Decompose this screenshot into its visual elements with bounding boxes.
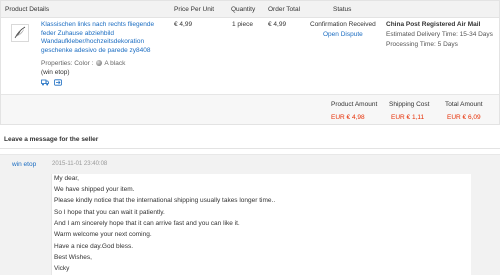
product-title-link[interactable]: Klassischen links nach rechts fliegende … (41, 21, 159, 55)
product-icons (41, 79, 65, 87)
order-status: Confirmation Received (310, 21, 376, 28)
header-product-details: Product Details (5, 6, 50, 13)
message-line: So I hope that you can wait it patiently… (54, 209, 165, 216)
message-line: Please kindly notice that the internatio… (54, 197, 276, 204)
message-line: Best Wishes, (54, 254, 92, 261)
shipping-cost-value: EUR € 1,11 (391, 114, 425, 121)
product-title-line: geschenke adesivo de parede zy8408 (41, 46, 151, 54)
seller-name: (win etop) (41, 69, 70, 76)
header-quantity: Quantity (231, 6, 256, 13)
shipping-method: China Post Registered Air Mail (386, 21, 481, 28)
quantity-value: 1 piece (232, 21, 253, 28)
delivery-time: Estimated Delivery Time: 15-34 Days (386, 31, 493, 38)
header-price-per-unit: Price Per Unit (174, 6, 215, 13)
order-table: Product Details Price Per Unit Quantity … (0, 0, 500, 125)
message-line: Have a nice day.God bless. (54, 243, 134, 250)
properties-label: Properties: Color : (41, 60, 94, 67)
message-thread: win etop 2015-11-01 23:40:08 My dear, We… (0, 154, 500, 275)
header-status: Status (333, 6, 352, 13)
product-amount-label: Product Amount (331, 101, 378, 108)
message-line: My dear, (54, 175, 79, 182)
table-header: Product Details Price Per Unit Quantity … (1, 1, 499, 18)
processing-time: Processing Time: 5 Days (386, 41, 458, 48)
message-line: Vicky (54, 265, 70, 272)
message-timestamp: 2015-11-01 23:40:08 (52, 161, 108, 167)
message-line: Warm welcome your next coming. (54, 231, 152, 238)
price-per-unit: € 4,99 (174, 21, 193, 28)
product-properties: Properties: Color : A black (41, 60, 125, 67)
truck-icon[interactable] (41, 79, 49, 86)
message-author[interactable]: win etop (12, 161, 36, 168)
header-order-total: Order Total (268, 6, 301, 13)
message-line: We have shipped your item. (54, 186, 135, 193)
return-icon[interactable] (53, 79, 62, 86)
color-swatch (96, 60, 103, 66)
product-thumbnail[interactable] (11, 24, 29, 42)
total-amount-value: EUR € 6,09 (447, 114, 481, 121)
message-section-title: Leave a message for the seller (4, 136, 99, 143)
product-title-line: Klassischen links nach rechts fliegende (41, 21, 155, 28)
message-section-header: Leave a message for the seller (0, 135, 500, 149)
product-amount-value: EUR € 4,98 (331, 114, 365, 121)
open-dispute-link[interactable]: Open Dispute (323, 31, 363, 38)
message-line: And I am sincerely hope that it can arri… (54, 220, 240, 227)
product-title-line: Wandaufkleber/hochzeitsdekoration (41, 38, 145, 46)
shipping-cost-label: Shipping Cost (389, 101, 430, 108)
product-title-line: feder Zuhause abziehbild (41, 29, 114, 37)
message-body: My dear, We have shipped your item. Plea… (51, 174, 471, 275)
color-value: A black (104, 60, 126, 67)
order-total-value: € 4,99 (268, 21, 287, 28)
total-amount-label: Total Amount (445, 101, 483, 108)
order-summary: Product Amount EUR € 4,98 Shipping Cost … (1, 95, 499, 124)
product-row: Klassischen links nach rechts fliegende … (1, 18, 499, 95)
